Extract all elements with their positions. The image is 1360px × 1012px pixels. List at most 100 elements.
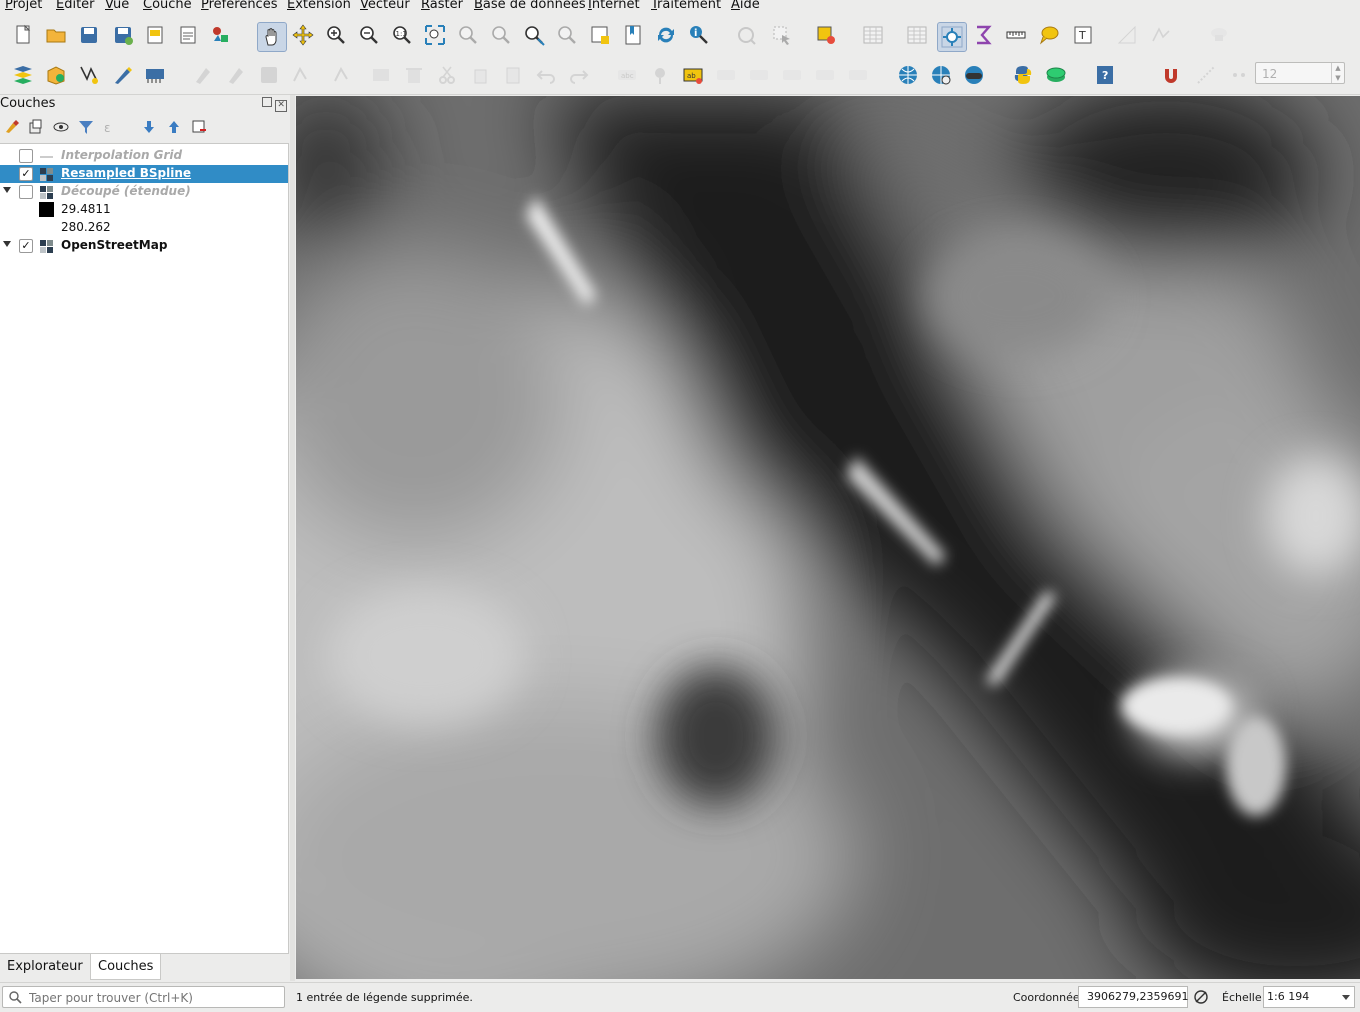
identify-button[interactable]: i: [686, 22, 712, 48]
expand-all-icon[interactable]: [140, 118, 158, 136]
tab-explorateur[interactable]: Explorateur: [0, 954, 90, 979]
menu-couche[interactable]: Couche: [143, 0, 192, 12]
open-project-button[interactable]: [43, 22, 69, 48]
style-manager-button[interactable]: [208, 22, 234, 48]
collapse-all-icon[interactable]: [165, 118, 183, 136]
vertex-button[interactable]: [330, 62, 356, 88]
menu-projet[interactable]: Projet: [5, 0, 42, 12]
layer-row[interactable]: OpenStreetMap: [0, 237, 288, 255]
zoom-full-button[interactable]: [422, 22, 448, 48]
run-action-button[interactable]: [733, 22, 759, 48]
layer-visibility-checkbox[interactable]: [19, 239, 33, 253]
redo-button[interactable]: [566, 62, 592, 88]
digitize-pen-button[interactable]: [110, 62, 136, 88]
cut-button[interactable]: [434, 62, 460, 88]
highlight-label-button[interactable]: ab: [680, 62, 706, 88]
zoom-out-button[interactable]: [356, 22, 382, 48]
field-calculator-button[interactable]: [904, 22, 930, 48]
globe-settings-button[interactable]: [928, 62, 954, 88]
menu-vue[interactable]: Vue: [105, 0, 129, 12]
label-button[interactable]: abc: [614, 62, 640, 88]
add-feature-button[interactable]: [289, 62, 315, 88]
panel-float-close-buttons[interactable]: ✕: [262, 97, 288, 112]
zoom-to-selection-button[interactable]: [455, 22, 481, 48]
data-source-button[interactable]: [142, 62, 168, 88]
paste-button[interactable]: [500, 62, 526, 88]
new-project-button[interactable]: [10, 22, 36, 48]
toggle-edit-button[interactable]: [190, 62, 216, 88]
layer-visibility-checkbox[interactable]: [19, 167, 33, 181]
globe-button[interactable]: [895, 62, 921, 88]
pin-label-button[interactable]: [647, 62, 673, 88]
layer-row[interactable]: Interpolation Grid: [0, 147, 288, 165]
layer-row[interactable]: Resampled BSpline: [0, 165, 288, 183]
pan-button[interactable]: [257, 22, 287, 52]
python-console-button[interactable]: [1010, 62, 1036, 88]
search-input[interactable]: [27, 988, 281, 1008]
map-tips-button[interactable]: [1003, 22, 1029, 48]
measure-button[interactable]: [970, 22, 996, 48]
panel-splitter[interactable]: [290, 95, 295, 981]
save-edits-button[interactable]: [256, 62, 282, 88]
mouse-coordinate-toggle-icon[interactable]: [1193, 989, 1209, 1005]
expand-arrow-icon[interactable]: [3, 187, 11, 193]
current-edits-button[interactable]: [223, 62, 249, 88]
filter-expression-icon[interactable]: ε: [103, 118, 121, 136]
coordinate-field[interactable]: 3906279,2359691: [1078, 986, 1188, 1008]
remove-layer-icon[interactable]: [190, 118, 208, 136]
plugin-b-button[interactable]: [1206, 22, 1232, 48]
new-print-layout-button[interactable]: [142, 22, 168, 48]
map-canvas[interactable]: [296, 96, 1360, 979]
attribute-table-button[interactable]: [860, 22, 886, 48]
menu-internet[interactable]: Internet: [588, 0, 640, 12]
expand-arrow-icon[interactable]: [3, 241, 11, 247]
plugin-a-button[interactable]: [1148, 22, 1174, 48]
show-bookmarks-button[interactable]: [620, 22, 646, 48]
zoom-in-button[interactable]: [323, 22, 349, 48]
refresh-button[interactable]: [653, 22, 679, 48]
close-icon[interactable]: ✕: [275, 100, 288, 112]
show-hide-label-button[interactable]: [812, 62, 838, 88]
save-as-button[interactable]: [110, 22, 136, 48]
snapping-tolerance-spinbox[interactable]: 12 ▲ ▼: [1255, 62, 1345, 84]
menu-traitement[interactable]: Traitement: [651, 0, 721, 12]
globe-vr-button[interactable]: [961, 62, 987, 88]
select-features-button[interactable]: [769, 22, 795, 48]
copy-button[interactable]: [467, 62, 493, 88]
eye-icon[interactable]: [52, 118, 70, 136]
deselect-button[interactable]: [813, 22, 839, 48]
scale-combobox[interactable]: 1:6 194: [1263, 986, 1355, 1008]
tab-couches[interactable]: Couches: [90, 954, 162, 980]
style-paint-icon[interactable]: [3, 118, 21, 136]
change-label-button[interactable]: [779, 62, 805, 88]
undo-button[interactable]: [533, 62, 559, 88]
menu-aide[interactable]: Aide: [731, 0, 760, 12]
new-shapefile-button[interactable]: [76, 62, 102, 88]
menu-vecteur[interactable]: Vecteur: [360, 0, 410, 12]
layout-manager-button[interactable]: [175, 22, 201, 48]
menu-base-de-données[interactable]: Base de données: [474, 0, 586, 12]
add-group-icon[interactable]: [27, 118, 45, 136]
rotate-label-button[interactable]: [746, 62, 772, 88]
statistics-button[interactable]: [937, 22, 967, 52]
menu-préférences[interactable]: Préférences: [201, 0, 277, 12]
zoom-to-layer-button[interactable]: [488, 22, 514, 48]
layer-visibility-checkbox[interactable]: [19, 149, 33, 163]
snapping-mode-button[interactable]: [1193, 62, 1219, 88]
new-bookmark-button[interactable]: [587, 22, 613, 48]
float-icon[interactable]: [262, 97, 272, 107]
modify-attributes-button[interactable]: [368, 62, 394, 88]
digitize-button[interactable]: T: [1070, 22, 1096, 48]
zoom-native-button[interactable]: 1:1: [389, 22, 415, 48]
pan-to-selection-button[interactable]: [290, 22, 316, 48]
save-project-button[interactable]: [76, 22, 102, 48]
locator-search[interactable]: [2, 986, 285, 1008]
layer-visibility-checkbox[interactable]: [19, 185, 33, 199]
move-label-button[interactable]: [713, 62, 739, 88]
add-layer-button[interactable]: [10, 62, 36, 88]
delete-button[interactable]: [401, 62, 427, 88]
menu-raster[interactable]: Raster: [421, 0, 463, 12]
text-annotation-button[interactable]: [1036, 22, 1062, 48]
menu-editer[interactable]: Editer: [56, 0, 95, 12]
snapping-type-button[interactable]: [1226, 62, 1252, 88]
